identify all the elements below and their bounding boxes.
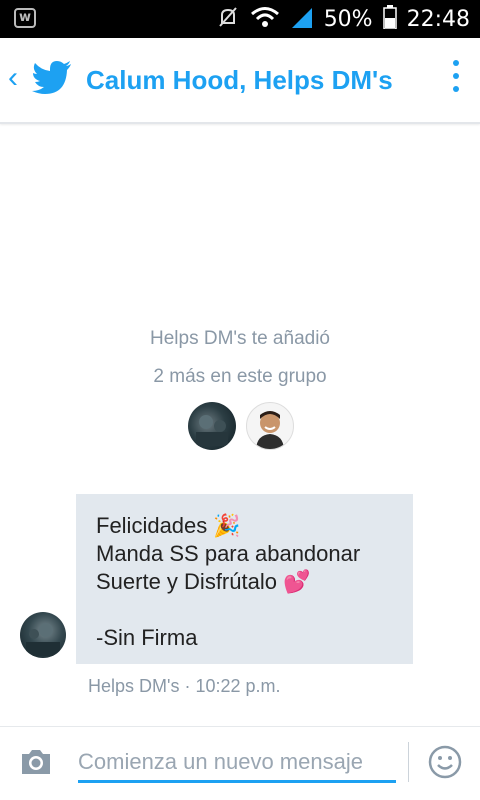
composer-divider	[0, 726, 480, 727]
sender-avatar[interactable]	[20, 612, 66, 658]
wifi-icon	[250, 6, 280, 33]
avatar[interactable]	[246, 402, 294, 450]
w-app-notification-icon: w	[14, 8, 36, 28]
battery-icon	[382, 4, 397, 34]
group-count: 2 más en este grupo	[153, 366, 327, 387]
avatar[interactable]	[188, 402, 236, 450]
emoji-icon[interactable]	[428, 745, 462, 784]
conversation-title[interactable]: Calum Hood, Helps DM's	[86, 62, 393, 98]
message-bubble[interactable]: Felicidades 🎉 Manda SS para abandonar Su…	[76, 494, 413, 664]
notification-icons: w	[14, 8, 36, 28]
signal-icon	[290, 6, 314, 33]
status-bar: w 50% 22:48	[0, 0, 480, 38]
camera-icon[interactable]	[20, 748, 52, 781]
message-line: Manda SS para abandonar	[96, 541, 361, 566]
message-meta: Helps DM's · 10:22 p.m.	[88, 676, 281, 696]
mute-icon	[216, 5, 240, 34]
message-input[interactable]	[78, 744, 396, 783]
battery-percent: 50%	[323, 6, 373, 32]
twitter-bird-icon[interactable]	[32, 60, 72, 99]
clock: 22:48	[406, 6, 470, 32]
message-line: Suerte y Disfrútalo 💕	[96, 569, 311, 594]
back-chevron-icon[interactable]: ‹	[8, 58, 18, 98]
more-vertical-icon[interactable]	[452, 60, 460, 99]
status-right: 50% 22:48	[216, 0, 470, 38]
message-signature: -Sin Firma	[96, 625, 198, 650]
message-line: Felicidades 🎉	[96, 513, 241, 538]
message-spacer	[96, 596, 393, 624]
app-bar: ‹ Calum Hood, Helps DM's	[0, 38, 480, 124]
added-notice: Helps DM's te añadió	[150, 328, 330, 349]
composer-separator	[408, 742, 409, 782]
